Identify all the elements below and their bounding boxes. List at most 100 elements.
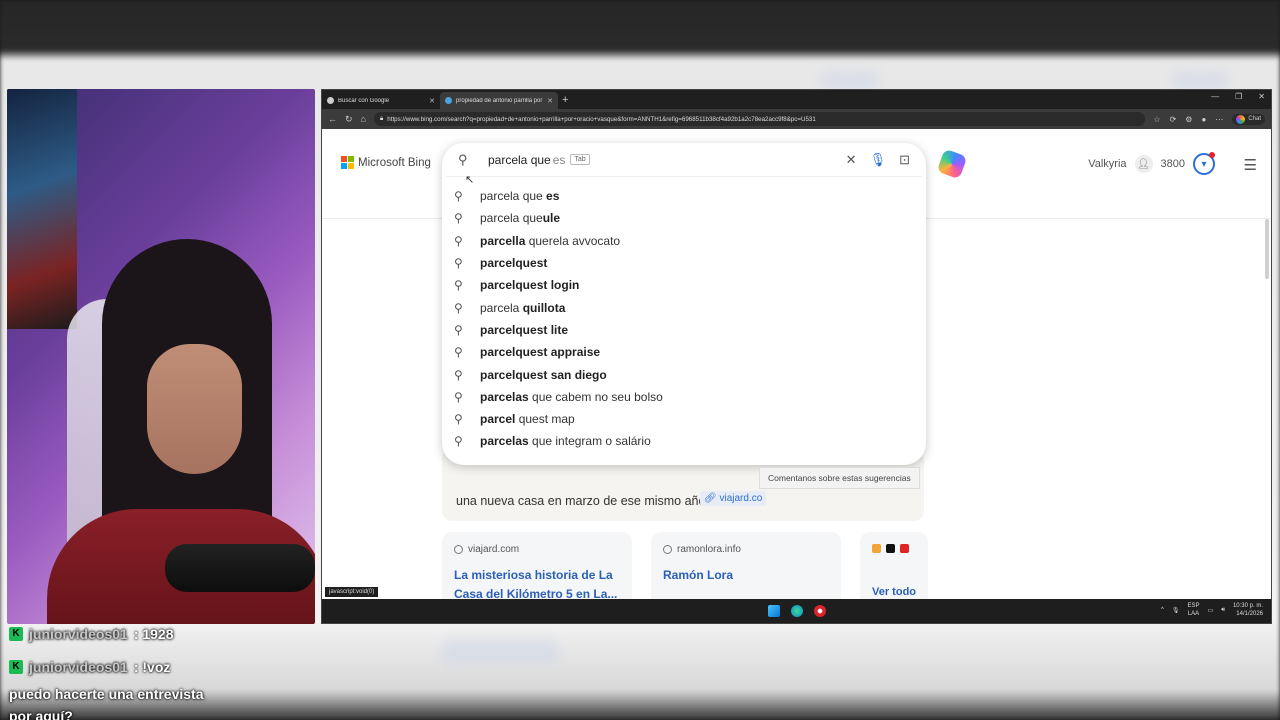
chat-text: : !voz bbox=[133, 658, 171, 675]
search-dropdown: ⚲ parcela que es Tab ✕ 🎙︎ ⊡ ⚲ parcela que… bbox=[442, 143, 926, 465]
search-icon: ⚲ bbox=[454, 211, 463, 226]
suggestion-text: parcelas que integram o salário bbox=[480, 434, 651, 449]
search-input-row[interactable]: ⚲ parcela que es Tab ✕ 🎙︎ ⊡ bbox=[446, 143, 922, 177]
search-icon: ⚲ bbox=[454, 367, 463, 382]
avatar[interactable]: 👤︎ bbox=[1134, 155, 1153, 173]
card-title[interactable]: Ramón Lora bbox=[663, 566, 833, 585]
wall-poster bbox=[7, 89, 77, 329]
tiktok-icon bbox=[886, 544, 895, 553]
globe-icon bbox=[454, 545, 463, 554]
suggestion-text: parcela que es bbox=[480, 189, 560, 204]
copilot-icon[interactable] bbox=[936, 148, 968, 180]
edge-icon[interactable] bbox=[790, 605, 803, 617]
source-icons bbox=[872, 544, 909, 553]
search-input[interactable]: parcela que es Tab bbox=[488, 153, 590, 167]
windows-taskbar: ^ 🎙︎ ESP LAA ▭ 🔊︎ 10:30 p. m. 14/1/2026 bbox=[322, 599, 1271, 623]
lang-sub: LAA bbox=[1187, 611, 1200, 617]
home-icon[interactable]: ⌂ bbox=[361, 114, 366, 124]
search-icon: ⚲ bbox=[454, 345, 463, 360]
close-window-icon[interactable]: ✕ bbox=[1258, 92, 1265, 101]
close-tab-icon[interactable]: ✕ bbox=[547, 97, 553, 105]
rewards-trophy-icon[interactable]: ▾ bbox=[1193, 152, 1215, 175]
bing-page: Microsoft Bing Valkyria 👤︎ 3800 ▾ ☰ ⚲ pa… bbox=[322, 129, 1271, 612]
app-icon[interactable] bbox=[813, 605, 826, 617]
search-query: parcela que bbox=[488, 152, 551, 167]
favorite-star-icon[interactable]: ☆ bbox=[1153, 115, 1160, 124]
windows-start-icon[interactable] bbox=[767, 605, 780, 617]
card-domain-row: viajard.com bbox=[454, 544, 519, 555]
suggestion-item[interactable]: ⚲ parcel quest map bbox=[442, 408, 926, 430]
answer-source-link[interactable]: 🔗︎ viajard.co bbox=[700, 491, 767, 506]
maximize-icon[interactable]: ❐ bbox=[1235, 92, 1242, 101]
chat-button-label: Chat bbox=[1248, 116, 1261, 122]
suggestion-item[interactable]: ⚲ parcelas que integram o salário bbox=[442, 430, 926, 452]
minimize-icon[interactable]: — bbox=[1211, 92, 1219, 101]
tab-title: Buscar con Google bbox=[338, 97, 390, 104]
suggestion-item[interactable]: ⚲ parcela quillota bbox=[442, 296, 926, 318]
volume-icon[interactable]: 🔊︎ bbox=[1221, 607, 1225, 614]
suggestion-item[interactable]: ⚲ parcelquest lite bbox=[442, 319, 926, 341]
rewards-points[interactable]: 3800 bbox=[1161, 158, 1185, 170]
feedback-link[interactable]: Comentanos sobre estas sugerencias bbox=[759, 467, 920, 489]
back-icon[interactable]: ← bbox=[328, 114, 337, 124]
suggestion-item[interactable]: ⚲ parcelquest bbox=[442, 252, 926, 274]
user-name[interactable]: Valkyria bbox=[1088, 158, 1126, 170]
search-icon: ⚲ bbox=[454, 389, 463, 404]
clock-date: 14/1/2026 bbox=[1236, 611, 1263, 617]
mouse-cursor-icon: ↖ bbox=[465, 174, 475, 186]
autocomplete-ghost: es bbox=[552, 152, 566, 167]
more-icon[interactable]: ⋯ bbox=[1215, 115, 1223, 124]
puzzle-icon[interactable]: ⚙ bbox=[1185, 115, 1192, 124]
suggestion-item[interactable]: ⚲ parcelquest san diego bbox=[442, 363, 926, 385]
suggestion-text: parcela queule bbox=[480, 211, 561, 226]
search-icon: ⚲ bbox=[454, 322, 463, 337]
see-all-link[interactable]: Ver todo bbox=[872, 586, 916, 598]
suggestion-item[interactable]: ⚲ parcela que es bbox=[442, 185, 926, 207]
webcam-feed bbox=[7, 89, 315, 624]
kick-badge-icon: K bbox=[9, 626, 23, 641]
chat-username: juniorvideos01 bbox=[29, 625, 128, 642]
new-tab-icon[interactable]: + bbox=[562, 94, 568, 106]
clock[interactable]: 10:30 p. m. 14/1/2026 bbox=[1233, 602, 1263, 618]
page-scrollbar[interactable] bbox=[1265, 219, 1269, 279]
language-indicator[interactable]: ESP LAA bbox=[1188, 602, 1200, 618]
system-tray: ^ 🎙︎ ESP LAA ▭ 🔊︎ 10:30 p. m. 14/1/2026 bbox=[1161, 602, 1263, 618]
suggestion-text: parcela quillota bbox=[480, 300, 566, 315]
answer-text: una nueva casa en marzo de ese mismo año… bbox=[456, 494, 709, 508]
visual-search-icon[interactable]: ⊡ bbox=[899, 152, 910, 168]
suggestion-list: ⚲ parcela que es ⚲ parcela queule ⚲ parcella … bbox=[442, 177, 926, 453]
refresh-icon[interactable]: ↻ bbox=[345, 114, 353, 125]
clear-icon[interactable]: ✕ bbox=[846, 152, 857, 168]
suggestion-text: parcelquest san diego bbox=[480, 367, 607, 382]
profile-area: Valkyria 👤︎ 3800 ▾ bbox=[1088, 152, 1215, 175]
microphone-icon[interactable]: 🎙︎ bbox=[870, 152, 887, 168]
tab-bing[interactable]: propiedad de antonio parrilla por ✕ bbox=[440, 92, 558, 109]
suggestion-item[interactable]: ⚲ parcella querela avvocato bbox=[442, 230, 926, 252]
chat-overlay: K juniorvideos01 : 1928 K juniorvideos01… bbox=[9, 625, 309, 720]
menu-icon[interactable]: ☰ bbox=[1244, 156, 1257, 174]
suggestion-item[interactable]: ⚲ parcelas que cabem no seu bolso bbox=[442, 386, 926, 408]
suggestion-text: parcelas que cabem no seu bolso bbox=[480, 389, 663, 404]
tray-chevron-icon[interactable]: ^ bbox=[1161, 607, 1164, 613]
suggestion-item[interactable]: ⚲ parcelquest login bbox=[442, 274, 926, 296]
suggestion-text: parcella querela avvocato bbox=[480, 233, 621, 248]
suggestion-item[interactable]: ⚲ parcelquest appraise bbox=[442, 341, 926, 363]
tab-google[interactable]: Buscar con Google ✕ bbox=[322, 92, 440, 109]
chat-button[interactable]: Chat bbox=[1232, 113, 1265, 125]
browser-window: Buscar con Google ✕ propiedad de antonio… bbox=[321, 89, 1272, 624]
profile-icon[interactable]: ● bbox=[1201, 115, 1206, 124]
tab-key-hint: Tab bbox=[570, 154, 590, 165]
suggestion-text: parcelquest login bbox=[480, 278, 580, 293]
suggestion-item[interactable]: ⚲ parcela queule bbox=[442, 207, 926, 229]
search-icon: ⚲ bbox=[454, 256, 463, 271]
chat-username: juniorvideos01 bbox=[29, 658, 128, 675]
network-icon[interactable]: ▭ bbox=[1208, 607, 1214, 614]
tray-mic-icon[interactable]: 🎙︎ bbox=[1172, 607, 1180, 614]
url-field[interactable]: 🔒︎ https://www.bing.com/search?q=propied… bbox=[373, 112, 1146, 126]
globe-icon bbox=[663, 545, 672, 554]
extension-icon[interactable]: ⟳ bbox=[1170, 115, 1177, 124]
search-icon: ⚲ bbox=[454, 278, 463, 293]
bing-logo[interactable]: Microsoft Bing bbox=[341, 156, 431, 169]
kick-badge-icon: K bbox=[9, 659, 23, 674]
close-tab-icon[interactable]: ✕ bbox=[429, 97, 435, 105]
